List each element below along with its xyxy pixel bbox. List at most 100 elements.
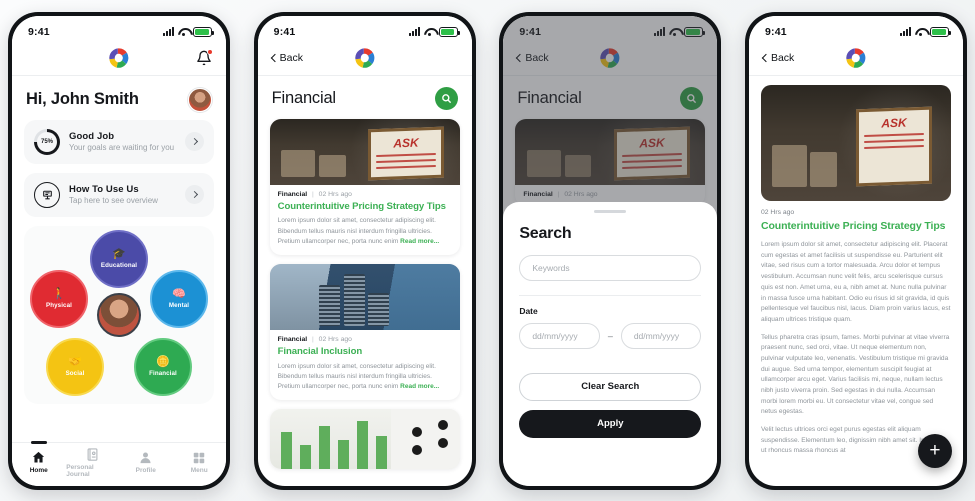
search-icon: [441, 93, 451, 103]
good-job-card[interactable]: 75% Good Job Your goals are waiting for …: [24, 119, 214, 164]
sidebar-item-menu[interactable]: Menu: [173, 451, 225, 474]
good-job-subtitle: Your goals are waiting for you: [69, 143, 175, 152]
shutter-logo-icon: [107, 46, 131, 70]
article-title: Counterintuitive Pricing Strategy Tips: [760, 219, 946, 232]
wifi-icon: [915, 27, 926, 36]
article-timestamp: 02 Hrs ago: [318, 190, 352, 198]
good-job-title: Good Job: [69, 131, 115, 142]
status-indicators: [163, 26, 214, 37]
progress-ring-icon: 75%: [34, 128, 60, 155]
app-bar: Back: [748, 41, 963, 76]
date-to-placeholder: dd/mm/yyyy: [633, 330, 680, 341]
tab-label: Menu: [190, 466, 208, 474]
title-row: Financial: [258, 76, 472, 119]
phone-financial-list: 9:41 Back Financial ASK Financial | 02 H…: [253, 11, 476, 490]
article-meta: Financial | 02 Hrs ago: [278, 191, 452, 198]
bell-icon[interactable]: [196, 48, 213, 67]
guide-icon: [34, 181, 60, 208]
date-label: Date: [519, 305, 538, 316]
shutter-logo-icon: [353, 46, 377, 70]
how-to-use-card[interactable]: How To Use Us Tap here to see overview: [24, 172, 214, 217]
info-card-list: 75% Good Job Your goals are waiting for …: [12, 119, 226, 217]
tab-label: Home: [29, 467, 48, 474]
wheel-item-financial[interactable]: 🪙 Financial: [134, 337, 192, 396]
sidebar-item-personal-journal[interactable]: Personal Journal: [66, 447, 118, 478]
wheel-label: Physical: [46, 301, 72, 309]
wheel-item-physical[interactable]: 🚶 Physical: [30, 269, 88, 328]
search-modal-screen: 9:41 Back Financial ASK Financial | 02 H…: [503, 15, 718, 486]
search-input-placeholder: Keywords: [532, 262, 570, 273]
back-button[interactable]: Back: [761, 52, 794, 64]
graduation-cap-icon: 🎓: [112, 247, 126, 260]
app-bar: [12, 41, 226, 76]
handshake-icon: 🤝: [68, 355, 82, 368]
meta-separator: |: [312, 335, 314, 343]
article-detail-screen: 9:41 Back ASK 02 Hrs ago Counterintuitiv…: [748, 15, 963, 486]
status-bar: 9:41: [748, 15, 963, 42]
read-more-link[interactable]: Read more...: [400, 238, 439, 245]
article-title[interactable]: Counterintuitive Pricing Strategy Tips: [278, 201, 452, 213]
app-bar: Back: [257, 41, 472, 76]
sidebar-item-home[interactable]: Home: [13, 441, 65, 474]
sheet-divider: [519, 294, 702, 296]
category-wheel: 🎓 Educational 🚶 Physical 🧠 Mental 🤝 Soci…: [24, 225, 214, 404]
wheel-item-social[interactable]: 🤝 Social: [46, 337, 104, 396]
cellular-signal-icon: [899, 27, 911, 36]
range-separator: –: [607, 330, 613, 341]
article-paragraph: Lorem ipsum dolor sit amet, consectetur …: [760, 241, 951, 323]
article-card[interactable]: [269, 408, 460, 469]
chevron-right-icon[interactable]: [185, 132, 204, 151]
article-card[interactable]: Financial | 02 Hrs ago Financial Inclusi…: [269, 263, 460, 400]
article-meta: Financial | 02 Hrs ago: [278, 336, 452, 343]
coin-stacks-city-photo: [269, 263, 460, 330]
phone-article-detail: 9:41 Back ASK 02 Hrs ago Counterintuitiv…: [744, 11, 967, 490]
coins-icon: 🪙: [156, 355, 170, 368]
status-time: 9:41: [28, 25, 50, 38]
sidebar-item-profile[interactable]: Profile: [120, 450, 172, 474]
article-category: Financial: [277, 190, 308, 198]
meta-separator: |: [312, 190, 314, 198]
read-more-link[interactable]: Read more...: [400, 383, 439, 390]
status-time: 9:41: [273, 25, 296, 38]
article-feed: ASK Financial | 02 Hrs ago Counterintuit…: [258, 118, 472, 469]
wheel-item-educational[interactable]: 🎓 Educational: [90, 229, 148, 288]
search-button[interactable]: [434, 86, 458, 110]
article-timestamp: 02 Hrs ago: [318, 335, 352, 343]
wifi-icon: [178, 27, 189, 36]
bar-chart-calculator-photo: [269, 408, 460, 469]
search-input[interactable]: Keywords: [519, 254, 702, 281]
article-card[interactable]: ASK Financial | 02 Hrs ago Counterintuit…: [269, 118, 460, 255]
wheel-item-mental[interactable]: 🧠 Mental: [150, 269, 208, 328]
sheet-title: Search: [519, 224, 572, 242]
cellular-signal-icon: [408, 27, 420, 36]
article-title[interactable]: Financial Inclusion: [278, 346, 452, 358]
chevron-right-icon[interactable]: [185, 185, 204, 204]
wheel-label: Social: [65, 369, 85, 377]
plus-icon[interactable]: +: [917, 433, 952, 468]
battery-icon: [929, 26, 951, 37]
home-icon: [33, 451, 45, 463]
date-from-placeholder: dd/mm/yyyy: [532, 330, 578, 341]
home-screen: 9:41 Hi, John Smith 75% Good Job Your go…: [12, 15, 226, 486]
profile-icon: [140, 452, 151, 464]
article-timestamp: 02 Hrs ago: [760, 208, 795, 216]
notification-dot: [207, 48, 213, 55]
date-range-row: dd/mm/yyyy – dd/mm/yyyy: [519, 322, 702, 349]
back-label: Back: [279, 52, 303, 64]
back-button[interactable]: Back: [270, 52, 303, 64]
apply-button[interactable]: Apply: [519, 409, 702, 438]
status-bar: 9:41: [257, 15, 472, 42]
grid-menu-icon: [194, 452, 205, 463]
page-title: Financial: [271, 88, 336, 107]
date-from-input[interactable]: dd/mm/yyyy: [519, 322, 600, 349]
avatar[interactable]: [188, 87, 212, 112]
battery-icon: [438, 26, 460, 37]
phone-home: 9:41 Hi, John Smith 75% Good Job Your go…: [8, 11, 230, 490]
greeting-row: Hi, John Smith: [12, 76, 226, 120]
clear-search-button[interactable]: Clear Search: [519, 372, 702, 401]
sheet-grabber[interactable]: [594, 209, 627, 213]
date-to-input[interactable]: dd/mm/yyyy: [620, 322, 702, 349]
wheel-center-avatar[interactable]: [97, 292, 141, 337]
brain-icon: 🧠: [172, 287, 186, 300]
chevron-left-icon: [270, 53, 279, 63]
